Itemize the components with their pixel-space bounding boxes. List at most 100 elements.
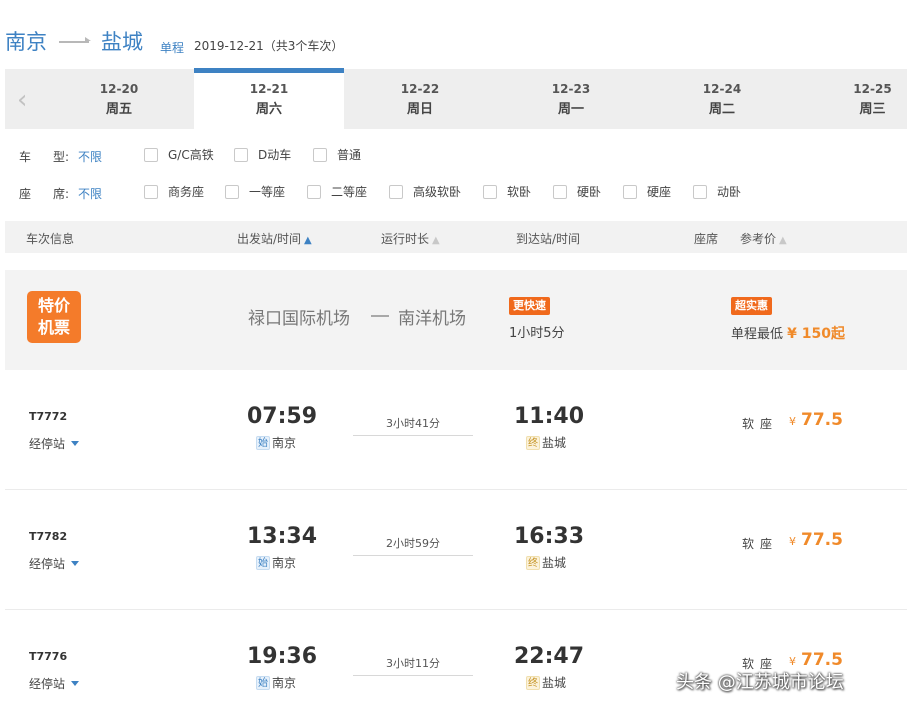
route-header: 南京 盐城 单程 2019-12-21（共3个车次） — [0, 0, 907, 70]
stops-toggle[interactable]: 经停站 — [29, 435, 80, 452]
train-type-filter: 车型: 不限 G/C高铁 D动车 普通 — [0, 146, 907, 166]
depart-station: 始南京 — [256, 555, 297, 570]
checkbox-soft-sleeper[interactable]: 软卧 — [483, 183, 531, 200]
train-row[interactable]: T7772 经停站 07:59 始南京 3小时41分 11:40 终盐城 软座 … — [5, 370, 907, 490]
checkbox-box[interactable] — [623, 184, 637, 199]
price: ¥77.5 — [789, 530, 843, 550]
sort-asc-icon[interactable]: ▲ — [304, 235, 312, 246]
filter-value-any[interactable]: 不限 — [78, 148, 102, 165]
depart-time: 19:36 — [247, 644, 318, 669]
trip-date-summary: 2019-12-21（共3个车次） — [194, 39, 344, 53]
date-tab-date: 12-20 — [99, 82, 139, 96]
trip-type: 单程 — [160, 41, 185, 55]
checkbox-business[interactable]: 商务座 — [144, 183, 204, 200]
checkbox-box[interactable] — [553, 184, 567, 199]
to-city[interactable]: 盐城 — [101, 26, 143, 56]
depart-time: 07:59 — [247, 404, 318, 429]
train-row[interactable]: T7782 经停站 13:34 始南京 2小时59分 16:33 终盐城 软座 … — [5, 490, 907, 610]
duration: 2小时59分 — [386, 537, 440, 550]
arrive-time: 22:47 — [514, 644, 585, 669]
seat-type: 软座 — [742, 417, 779, 431]
checkbox-box[interactable] — [483, 184, 497, 199]
filter-label: 车型: — [19, 150, 70, 164]
train-number: T7782 — [29, 530, 68, 543]
col-seat: 座席 — [694, 232, 719, 246]
seat-type-filter: 座席: 不限 商务座 一等座 二等座 高级软卧 软卧 硬卧 硬座 动卧 — [0, 183, 907, 203]
date-tab-weekday: 周一 — [557, 102, 584, 117]
chevron-left-icon[interactable]: ‹ — [17, 85, 27, 115]
date-tab-weekday: 周日 — [406, 102, 433, 117]
faster-tag: 更快速 — [509, 297, 550, 315]
end-station-icon: 终 — [526, 555, 540, 570]
arrive-time: 16:33 — [514, 524, 585, 549]
filter-value-any[interactable]: 不限 — [78, 185, 102, 202]
sort-icon[interactable]: ▲ — [779, 235, 787, 246]
checkbox-box[interactable] — [313, 147, 327, 162]
checkbox-box[interactable] — [144, 147, 158, 162]
stops-toggle[interactable]: 经停站 — [29, 675, 80, 692]
date-tab[interactable]: 12-25 周三 — [798, 69, 907, 129]
duration-line — [353, 435, 473, 436]
end-station-icon: 终 — [526, 675, 540, 690]
col-train-info: 车次信息 — [26, 232, 75, 246]
checkbox-first-class[interactable]: 一等座 — [225, 183, 285, 200]
start-station-icon: 始 — [256, 675, 270, 690]
col-depart[interactable]: 出发站/时间 ▲ — [237, 230, 312, 247]
route-arrow-icon — [59, 37, 91, 43]
arrive-station: 终盐城 — [526, 555, 567, 570]
date-tab-date: 12-25 — [853, 82, 892, 96]
cheap-tag: 超实惠 — [731, 297, 772, 315]
date-tab-weekday: 周三 — [859, 102, 886, 117]
checkbox-box[interactable] — [234, 147, 248, 162]
arrive-time: 11:40 — [514, 404, 585, 429]
checkbox-gc[interactable]: G/C高铁 — [144, 146, 214, 163]
train-row[interactable]: T7776 经停站 19:36 始南京 3小时11分 22:47 终盐城 软座 … — [5, 610, 907, 713]
seat-type: 软座 — [742, 537, 779, 551]
promo-from: 禄口国际机场 — [248, 309, 350, 329]
promo-to: 南洋机场 — [398, 309, 466, 329]
promo-badge: 特价 机票 — [27, 291, 81, 343]
flight-promo[interactable]: 特价 机票 禄口国际机场 南洋机场 更快速 1小时5分 超实惠 单程最低 ¥ 1… — [5, 270, 907, 370]
date-tab[interactable]: 12-24 周二 — [647, 69, 797, 129]
checkbox-deluxe-soft-sleeper[interactable]: 高级软卧 — [389, 183, 461, 200]
date-tab[interactable]: 12-20 周五 — [44, 69, 194, 129]
promo-duration: 1小时5分 — [509, 326, 565, 341]
promo-price: 单程最低 ¥ 150起 — [731, 326, 845, 342]
date-tabs: ‹ 12-20 周五 12-21 周六 12-22 周日 12-23 周一 12… — [5, 68, 907, 129]
caret-down-icon[interactable] — [71, 681, 80, 686]
start-station-icon: 始 — [256, 435, 270, 450]
date-tab[interactable]: 12-23 周一 — [496, 69, 646, 129]
checkbox-box[interactable] — [693, 184, 707, 199]
watermark: 头条 @江苏城市论坛 — [676, 672, 844, 693]
duration-line — [353, 675, 473, 676]
train-number: T7776 — [29, 650, 68, 663]
caret-down-icon[interactable] — [71, 441, 80, 446]
col-arrive: 到达站/时间 — [516, 232, 581, 246]
checkbox-d[interactable]: D动车 — [234, 146, 291, 163]
filter-label: 座席: — [19, 187, 70, 201]
price: ¥77.5 — [789, 650, 843, 670]
arrive-station: 终盐城 — [526, 435, 567, 450]
checkbox-normal[interactable]: 普通 — [313, 146, 361, 163]
checkbox-box[interactable] — [307, 184, 321, 199]
duration: 3小时11分 — [386, 657, 440, 670]
checkbox-second-class[interactable]: 二等座 — [307, 183, 367, 200]
col-price[interactable]: 参考价 ▲ — [740, 230, 787, 247]
price: ¥77.5 — [789, 410, 843, 430]
checkbox-box[interactable] — [389, 184, 403, 199]
date-tab[interactable]: 12-22 周日 — [345, 69, 495, 129]
sort-icon[interactable]: ▲ — [432, 235, 440, 246]
checkbox-box[interactable] — [225, 184, 239, 199]
results-header: 车次信息 出发站/时间 ▲ 运行时长 ▲ 到达站/时间 座席 参考价 ▲ — [5, 221, 907, 253]
checkbox-emu-sleeper[interactable]: 动卧 — [693, 183, 741, 200]
col-duration[interactable]: 运行时长 ▲ — [381, 230, 440, 247]
caret-down-icon[interactable] — [71, 561, 80, 566]
checkbox-hard-seat[interactable]: 硬座 — [623, 183, 671, 200]
end-station-icon: 终 — [526, 435, 540, 450]
date-tab-active[interactable]: 12-21 周六 — [194, 68, 344, 129]
checkbox-box[interactable] — [144, 184, 158, 199]
checkbox-hard-sleeper[interactable]: 硬卧 — [553, 183, 601, 200]
stops-toggle[interactable]: 经停站 — [29, 555, 80, 572]
depart-station: 始南京 — [256, 435, 297, 450]
from-city[interactable]: 南京 — [5, 26, 47, 56]
